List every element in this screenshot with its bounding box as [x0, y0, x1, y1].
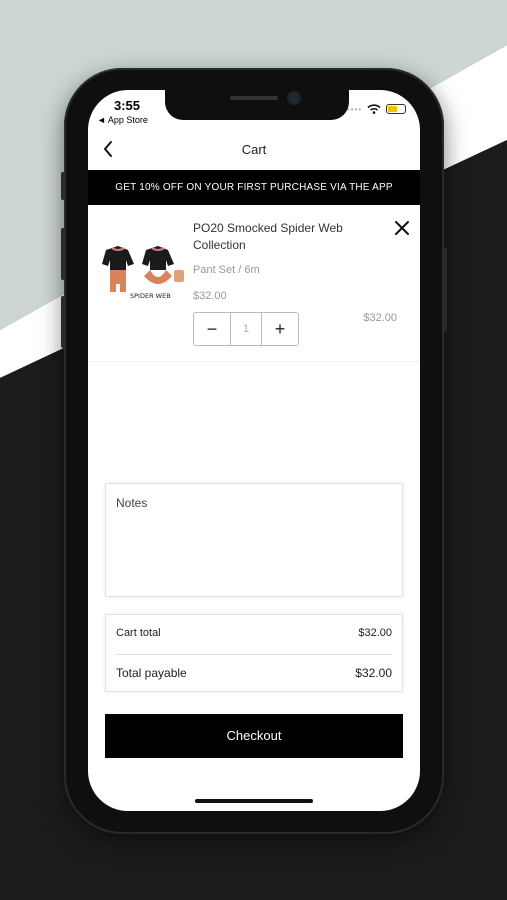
total-payable-value: $32.00	[355, 666, 392, 680]
quantity-value[interactable]: 1	[230, 313, 262, 345]
notes-label: Notes	[116, 496, 148, 510]
total-payable-label: Total payable	[116, 666, 187, 680]
notes-field[interactable]: Notes	[105, 483, 403, 597]
promo-banner: GET 10% OFF ON YOUR FIRST PURCHASE VIA T…	[88, 170, 420, 205]
cart-total-value: $32.00	[358, 627, 392, 639]
front-camera	[289, 93, 299, 103]
wifi-icon	[367, 104, 381, 114]
cart-total-row: Cart total $32.00	[116, 627, 392, 639]
totals-card: Cart total $32.00 Total payable $32.00	[105, 614, 403, 692]
home-indicator[interactable]	[195, 799, 313, 803]
back-to-app-store[interactable]: ◄ App Store	[97, 115, 148, 125]
phone-volume-up	[61, 228, 65, 280]
product-variant: Pant Set / 6m	[193, 264, 260, 276]
status-time: 3:55	[114, 98, 141, 113]
phone-power-button	[443, 248, 447, 332]
status-icons: ••••	[347, 104, 407, 114]
phone-mute-switch	[61, 172, 65, 200]
page-title: Cart	[241, 142, 267, 157]
remove-item-close-icon[interactable]	[393, 219, 411, 237]
battery-icon	[386, 104, 407, 114]
speaker	[230, 96, 278, 100]
quantity-stepper: − 1 +	[193, 312, 299, 346]
item-divider	[88, 361, 420, 362]
thumbnail-caption: SPIDER WEB	[130, 292, 171, 300]
decrement-button[interactable]: −	[194, 313, 230, 345]
product-unit-price: $32.00	[193, 290, 227, 302]
product-thumbnail[interactable]: SPIDER WEB	[100, 240, 186, 302]
notch	[165, 90, 349, 120]
product-line-total: $32.00	[363, 312, 397, 324]
checkout-button[interactable]: Checkout	[105, 714, 403, 758]
cellular-signal-icon: ••••	[347, 104, 363, 114]
increment-button[interactable]: +	[262, 313, 298, 345]
phone-volume-down	[61, 296, 65, 348]
cart-total-label: Cart total	[116, 627, 161, 639]
product-name[interactable]: PO20 Smocked Spider Web Collection	[193, 220, 343, 254]
totals-divider	[116, 654, 392, 655]
total-payable-row: Total payable $32.00	[116, 666, 392, 680]
